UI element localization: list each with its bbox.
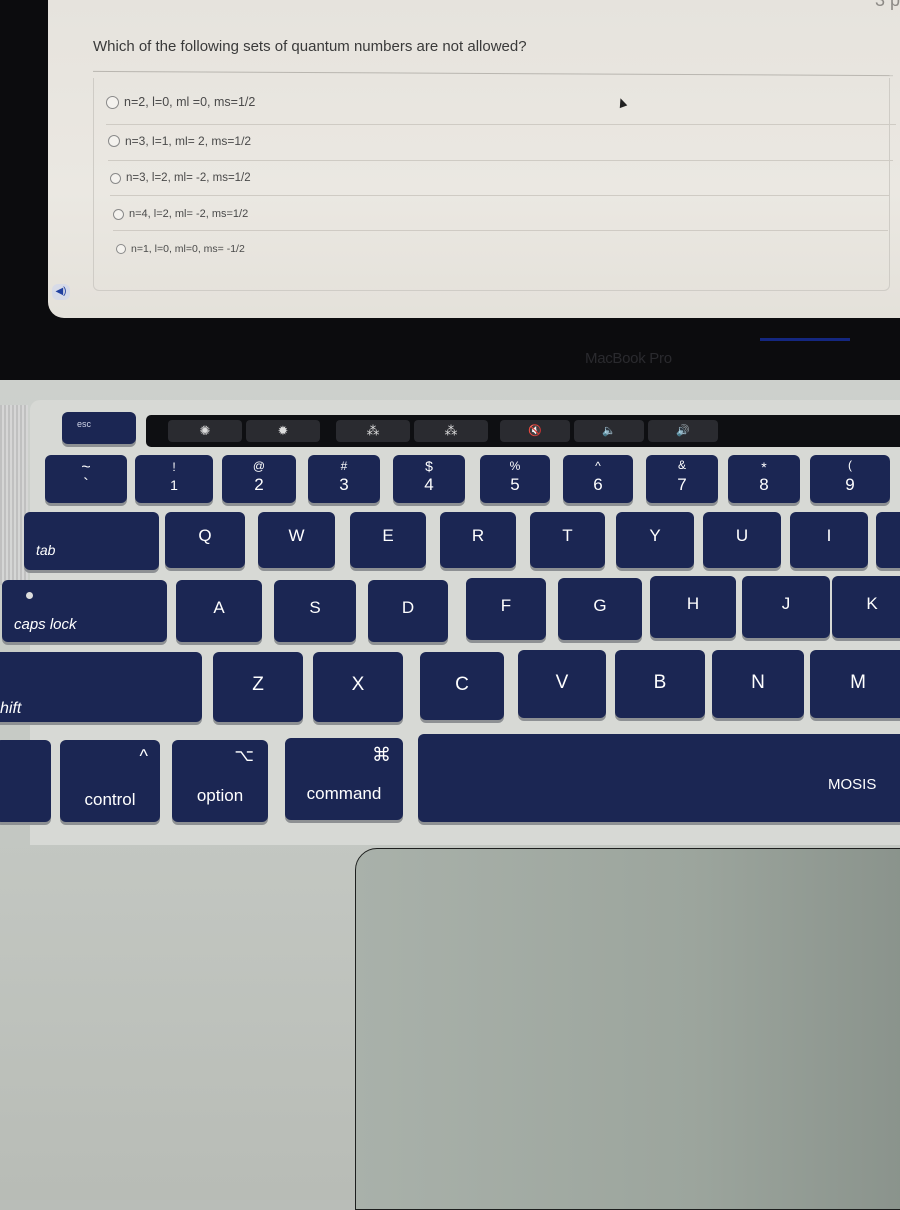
key-spacebar[interactable]: MOSIS: [418, 734, 900, 822]
key-5[interactable]: % 5: [480, 455, 550, 503]
trackpad[interactable]: [355, 848, 900, 1210]
key-c[interactable]: C: [420, 652, 504, 720]
answer-option[interactable]: n=1, l=0, ml=0, ms= -1/2: [116, 243, 245, 255]
key-k[interactable]: K: [832, 576, 900, 638]
answer-label: n=1, l=0, ml=0, ms= -1/2: [131, 243, 245, 255]
key-6[interactable]: ^ 6: [563, 455, 633, 503]
key-4[interactable]: $ 4: [393, 455, 465, 503]
key-v[interactable]: V: [518, 650, 606, 718]
brightness-up-icon[interactable]: ✹: [246, 420, 320, 442]
brightness-down-icon[interactable]: ✺: [168, 420, 242, 442]
key-esc[interactable]: esc: [62, 412, 136, 444]
radio-button[interactable]: [108, 135, 120, 147]
key-tab[interactable]: tab: [24, 512, 159, 570]
answer-list: [93, 78, 890, 291]
key-r[interactable]: R: [440, 512, 516, 568]
radio-button[interactable]: [116, 244, 126, 254]
key-h[interactable]: H: [650, 576, 736, 638]
key-s[interactable]: S: [274, 580, 356, 642]
key-g[interactable]: G: [558, 578, 642, 640]
screen-bezel: 3 p Which of the following sets of quant…: [0, 0, 900, 385]
answer-label: n=2, l=0, ml =0, ms=1/2: [124, 95, 256, 109]
radio-button[interactable]: [113, 208, 124, 220]
key-8[interactable]: * 8: [728, 455, 800, 503]
divider: [93, 70, 893, 77]
volume-down-icon[interactable]: 🔈: [574, 420, 644, 442]
brand-label: MacBook Pro: [585, 350, 672, 367]
key-fn[interactable]: [0, 740, 51, 822]
key-control[interactable]: ^ control: [60, 740, 160, 822]
radio-button[interactable]: [106, 95, 119, 109]
answer-label: n=3, l=2, ml= -2, ms=1/2: [126, 172, 251, 184]
keyboard-light-down-icon[interactable]: ⁂: [336, 420, 410, 442]
key-y[interactable]: Y: [616, 512, 694, 568]
key-7[interactable]: & 7: [646, 455, 718, 503]
volume-up-icon[interactable]: 🔊: [648, 420, 718, 442]
key-o[interactable]: [876, 512, 900, 568]
key-t[interactable]: T: [530, 512, 605, 568]
key-m[interactable]: M: [810, 650, 900, 718]
key-2[interactable]: @ 2: [222, 455, 296, 503]
keyboard-light-up-icon[interactable]: ⁂: [414, 420, 488, 442]
key-a[interactable]: A: [176, 580, 262, 642]
key-u[interactable]: U: [703, 512, 781, 568]
divider: [106, 124, 896, 125]
caps-lock-indicator: [26, 592, 33, 599]
divider: [110, 195, 890, 196]
quiz-screen: 3 p Which of the following sets of quant…: [48, 0, 900, 318]
key-1[interactable]: ! 1: [135, 455, 213, 503]
key-j[interactable]: J: [742, 576, 830, 638]
answer-label: n=3, l=1, ml= 2, ms=1/2: [125, 134, 252, 148]
divider: [108, 160, 893, 161]
key-e[interactable]: E: [350, 512, 426, 568]
key-3[interactable]: # 3: [308, 455, 380, 503]
key-b[interactable]: B: [615, 650, 705, 718]
key-x[interactable]: X: [313, 652, 403, 722]
key-q[interactable]: Q: [165, 512, 245, 568]
key-n[interactable]: N: [712, 650, 804, 718]
answer-option[interactable]: n=2, l=0, ml =0, ms=1/2: [106, 95, 255, 109]
points-label: 3 p: [874, 0, 900, 10]
answer-option[interactable]: n=4, l=2, ml= -2, ms=1/2: [113, 208, 248, 220]
key-d[interactable]: D: [368, 580, 448, 642]
key-backtick[interactable]: ~ `: [45, 455, 127, 503]
key-i[interactable]: I: [790, 512, 868, 568]
key-command[interactable]: ⌘ command: [285, 738, 403, 820]
key-w[interactable]: W: [258, 512, 335, 568]
key-f[interactable]: F: [466, 578, 546, 640]
answer-label: n=4, l=2, ml= -2, ms=1/2: [129, 208, 249, 220]
light-reflection: [760, 338, 850, 341]
radio-button[interactable]: [110, 172, 121, 184]
key-shift[interactable]: hift: [0, 652, 202, 722]
key-z[interactable]: Z: [213, 652, 303, 722]
touch-bar[interactable]: ✺ ✹ ⁂ ⁂ 🔇 🔈 🔊: [146, 415, 900, 447]
question-text: Which of the following sets of quantum n…: [93, 38, 527, 55]
speaker-icon[interactable]: ◀): [52, 284, 70, 300]
mute-icon[interactable]: 🔇: [500, 420, 570, 442]
answer-option[interactable]: n=3, l=2, ml= -2, ms=1/2: [110, 172, 251, 184]
key-option[interactable]: ⌥ option: [172, 740, 268, 822]
key-9[interactable]: ( 9: [810, 455, 890, 503]
answer-option[interactable]: n=3, l=1, ml= 2, ms=1/2: [108, 134, 251, 148]
divider: [113, 230, 888, 231]
key-caps-lock[interactable]: caps lock: [2, 580, 167, 642]
